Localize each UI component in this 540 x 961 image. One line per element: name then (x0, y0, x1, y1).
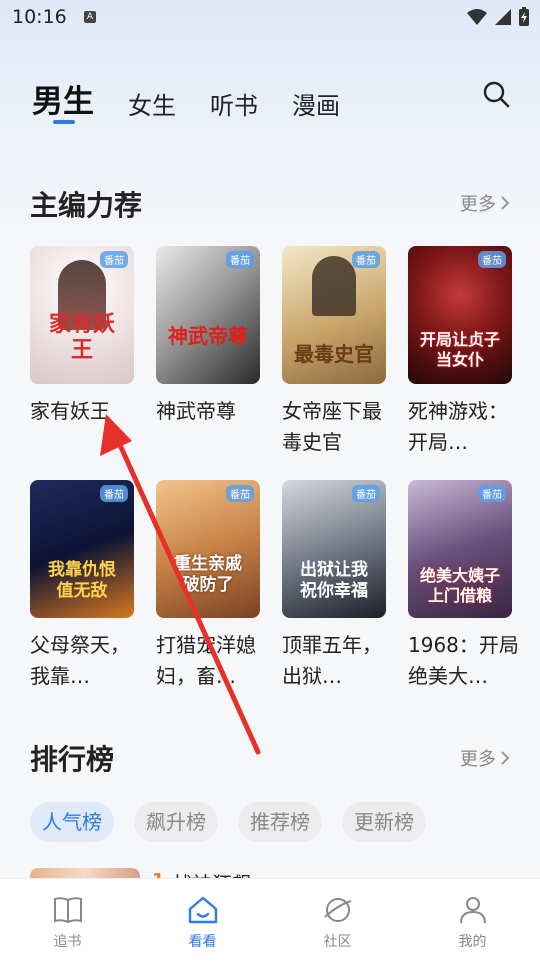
book-card[interactable]: 番茄 家有妖王 家有妖王 (30, 246, 134, 427)
book-card[interactable]: 番茄 绝美大姨子上门借粮 1968：开局绝美大… (408, 480, 519, 692)
home-icon (188, 896, 217, 924)
search-icon[interactable] (482, 80, 510, 108)
more-label: 更多 (460, 194, 496, 215)
status-icons (466, 7, 530, 27)
ranking-more-link[interactable]: 更多 (460, 745, 510, 771)
tab-indicator (53, 120, 75, 124)
book-cover: 番茄 神武帝尊 (156, 246, 260, 384)
signal-icon (495, 9, 511, 25)
book-cover: 番茄 重生亲戚破防了 (156, 480, 260, 618)
nav-community[interactable]: 社区 (270, 879, 405, 961)
category-tabs: 男生 女生 听书 漫画 (32, 76, 340, 124)
cover-title: 最毒史官 (294, 342, 374, 366)
bottom-navigation: 追书 看看 社区 我的 (0, 878, 540, 961)
user-icon (459, 897, 486, 924)
source-badge: 番茄 (352, 251, 380, 268)
tab-comic[interactable]: 漫画 (292, 86, 340, 121)
ranking-tabs: 人气榜 飙升榜 推荐榜 更新榜 (30, 802, 426, 842)
book-title: 1968：开局绝美大… (408, 633, 519, 688)
book-cover: 番茄 绝美大姨子上门借粮 (408, 480, 512, 618)
book-card[interactable]: 番茄 神武帝尊 神武帝尊 (156, 246, 260, 427)
book-card[interactable]: 番茄 出狱让我祝你幸福 顶罪五年，出狱… (282, 480, 386, 692)
wifi-icon (467, 9, 487, 25)
source-badge: 番茄 (100, 485, 128, 502)
chip-popular[interactable]: 人气榜 (30, 802, 114, 842)
cover-title: 我靠仇恨值无敌 (48, 560, 116, 601)
book-card[interactable]: 番茄 最毒史官 女帝座下最毒史官 (282, 246, 386, 458)
book-cover: 番茄 开局让贞子当女仆 (408, 246, 512, 384)
book-icon (53, 897, 82, 924)
chip-rising[interactable]: 飙升榜 (134, 802, 218, 842)
section-title-ranking: 排行榜 (30, 743, 115, 776)
book-cover: 番茄 家有妖王 (30, 246, 134, 384)
source-badge: 番茄 (100, 251, 128, 268)
cover-title: 开局让贞子当女仆 (419, 330, 500, 369)
cover-title: 神武帝尊 (168, 324, 248, 348)
tab-male[interactable]: 男生 (32, 76, 94, 124)
nav-bookshelf[interactable]: 追书 (0, 879, 135, 961)
book-card[interactable]: 番茄 重生亲戚破防了 打猎宠洋媳妇，畜… (156, 480, 260, 692)
nav-discover[interactable]: 看看 (135, 879, 270, 961)
notification-badge: A (84, 11, 96, 23)
nav-label: 社区 (323, 934, 352, 950)
book-title: 父母祭天，我靠… (30, 633, 130, 688)
status-time: 10:16 (12, 6, 67, 28)
tab-female[interactable]: 女生 (128, 86, 176, 121)
book-card[interactable]: 番茄 我靠仇恨值无敌 父母祭天，我靠… (30, 480, 134, 692)
status-bar: 10:16 A (0, 0, 540, 36)
source-badge: 番茄 (478, 485, 506, 502)
cover-title: 重生亲戚破防了 (174, 554, 242, 595)
nav-label: 看看 (188, 934, 217, 950)
source-badge: 番茄 (226, 485, 254, 502)
chevron-right-icon (501, 196, 510, 210)
cover-title: 家有妖王 (48, 312, 115, 363)
tab-audiobook[interactable]: 听书 (210, 86, 258, 121)
section-title-recommend: 主编力荐 (30, 189, 143, 222)
book-title: 死神游戏：开局… (408, 399, 508, 454)
book-title: 神武帝尊 (156, 399, 236, 423)
book-cover: 番茄 我靠仇恨值无敌 (30, 480, 134, 618)
planet-icon (323, 898, 351, 922)
nav-profile[interactable]: 我的 (405, 879, 540, 961)
chevron-right-icon (501, 751, 510, 765)
source-badge: 番茄 (352, 485, 380, 502)
nav-label: 追书 (53, 934, 82, 950)
book-title: 女帝座下最毒史官 (282, 399, 382, 454)
book-cover: 番茄 最毒史官 (282, 246, 386, 384)
book-title: 家有妖王 (30, 399, 110, 423)
cover-title: 出狱让我祝你幸福 (300, 560, 368, 601)
recommend-more-link[interactable]: 更多 (460, 190, 510, 216)
chip-updated[interactable]: 更新榜 (342, 802, 426, 842)
source-badge: 番茄 (226, 251, 254, 268)
book-title: 顶罪五年，出狱… (282, 633, 382, 688)
book-cover: 番茄 出狱让我祝你幸福 (282, 480, 386, 618)
book-card[interactable]: 番茄 开局让贞子当女仆 死神游戏：开局… (408, 246, 512, 458)
chip-recommended[interactable]: 推荐榜 (238, 802, 322, 842)
more-label: 更多 (460, 749, 496, 770)
cover-title: 绝美大姨子上门借粮 (419, 566, 500, 605)
tab-label: 男生 (32, 84, 94, 120)
nav-label: 我的 (458, 934, 487, 950)
source-badge: 番茄 (478, 251, 506, 268)
book-title: 打猎宠洋媳妇，畜… (156, 633, 256, 688)
battery-icon (519, 7, 529, 26)
